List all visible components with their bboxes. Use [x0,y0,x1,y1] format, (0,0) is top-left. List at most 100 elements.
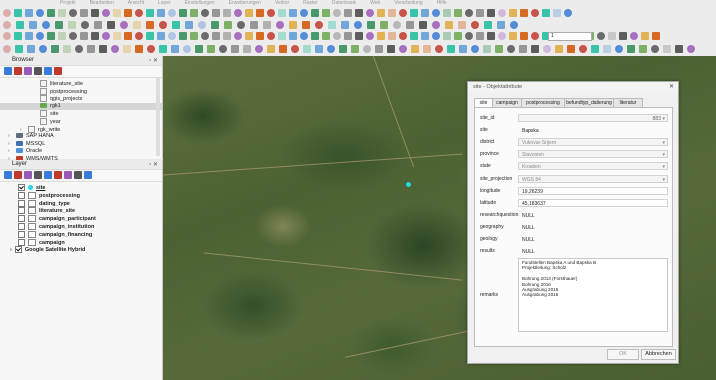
toolbar-tool-icon[interactable] [675,45,683,53]
toolbar-tool-icon[interactable] [234,9,242,17]
toolbar-tool-icon[interactable] [123,45,131,53]
toolbar-tool-icon[interactable] [107,21,115,29]
toolbar-tool-icon[interactable] [564,9,572,17]
field-geography-input[interactable]: NULL [518,223,668,231]
toolbar-tool-icon[interactable] [75,45,83,53]
browser-item[interactable]: site [0,110,162,118]
toolbar-tool-icon[interactable] [531,45,539,53]
toolbar-tool-icon[interactable] [201,32,209,40]
toolbar-tool-icon[interactable] [223,32,231,40]
toolbar-tool-icon[interactable] [183,45,191,53]
toolbar-tool-icon[interactable] [652,32,660,40]
panel-tool-icon[interactable] [24,67,32,75]
layer-item[interactable]: postprocessing [0,191,162,200]
toolbar-tool-icon[interactable] [135,45,143,53]
toolbar-tool-icon[interactable] [80,9,88,17]
toolbar-tool-icon[interactable] [454,9,462,17]
panel-tool-icon[interactable] [44,67,52,75]
toolbar-tool-icon[interactable] [291,45,299,53]
toolbar-tool-icon[interactable] [91,32,99,40]
toolbar-tool-icon[interactable] [168,9,176,17]
menu-item[interactable]: Projekt [60,0,76,6]
toolbar-tool-icon[interactable] [14,32,22,40]
menu-item[interactable]: Ansicht [128,0,144,6]
field-site-id-input[interactable]: 883 ▾ [518,114,668,122]
layer-visibility-checkbox[interactable] [18,207,25,215]
toolbar-tool-icon[interactable] [124,32,132,40]
toolbar-tool-icon[interactable] [212,32,220,40]
toolbar-tool-icon[interactable] [322,9,330,17]
toolbar-tool-icon[interactable] [185,21,193,29]
menu-item[interactable]: Datenbank [332,0,356,6]
toolbar-tool-icon[interactable] [29,21,37,29]
toolbar-tool-icon[interactable] [498,32,506,40]
panel-tool-icon[interactable] [34,171,42,179]
menu-item[interactable]: Einstellungen [185,0,215,6]
toolbar-tool-icon[interactable] [484,21,492,29]
toolbar-tool-icon[interactable] [579,45,587,53]
toolbar-tool-icon[interactable] [113,9,121,17]
toolbar-tool-icon[interactable] [388,32,396,40]
toolbar-tool-icon[interactable] [507,45,515,53]
layer-item[interactable]: campaign_institution [0,222,162,231]
layer-visibility-checkbox[interactable] [18,230,25,238]
toolbar-tool-icon[interactable] [102,32,110,40]
toolbar-tool-icon[interactable] [179,9,187,17]
toolbar-tool-icon[interactable] [377,9,385,17]
toolbar-tool-icon[interactable] [171,45,179,53]
toolbar-tool-icon[interactable] [102,9,110,17]
browser-item[interactable]: rgk1 [0,102,162,111]
menu-item[interactable]: Bearbeiten [90,0,114,6]
toolbar-tool-icon[interactable] [354,21,362,29]
toolbar-tool-icon[interactable] [443,9,451,17]
toolbar-tool-icon[interactable] [303,45,311,53]
toolbar-tool-icon[interactable] [663,45,671,53]
toolbar-tool-icon[interactable] [471,21,479,29]
toolbar-tool-icon[interactable] [146,9,154,17]
cancel-button[interactable]: Abbrechen [641,349,676,360]
toolbar-tool-icon[interactable] [641,32,649,40]
panel-tool-icon[interactable] [54,67,62,75]
menu-item[interactable]: Hilfe [437,0,447,6]
toolbar-tool-icon[interactable] [47,32,55,40]
layer-visibility-checkbox[interactable] [18,215,25,223]
toolbar-tool-icon[interactable] [39,45,47,53]
field-results-input[interactable]: NULL [518,247,668,255]
toolbar-tool-icon[interactable] [159,45,167,53]
expand-arrow-icon[interactable]: › [8,141,16,149]
toolbar-tool-icon[interactable] [278,9,286,17]
toolbar-tool-icon[interactable] [591,45,599,53]
menu-item[interactable]: Layer [158,0,171,6]
toolbar-tool-icon[interactable] [69,9,77,17]
toolbar-tool-icon[interactable] [3,21,11,29]
layer-item[interactable]: site [0,184,162,192]
toolbar-tool-icon[interactable] [195,45,203,53]
toolbar-tool-icon[interactable] [447,45,455,53]
toolbar-tool-icon[interactable] [99,45,107,53]
toolbar-tool-icon[interactable] [159,21,167,29]
toolbar-tool-icon[interactable] [168,32,176,40]
toolbar-tool-icon[interactable] [421,32,429,40]
toolbar-tool-icon[interactable] [91,9,99,17]
toolbar-tool-icon[interactable] [25,32,33,40]
field-latitude-input[interactable]: 45,183637 [518,198,668,207]
toolbar-tool-icon[interactable] [51,45,59,53]
toolbar-tool-icon[interactable] [341,21,349,29]
toolbar-tool-icon[interactable] [15,45,23,53]
toolbar-tool-icon[interactable] [419,21,427,29]
layer-visibility-checkbox[interactable] [18,191,25,199]
toolbar-tool-icon[interactable] [465,9,473,17]
toolbar-tool-icon[interactable] [542,9,550,17]
toolbar-tool-icon[interactable] [687,45,695,53]
browser-scrollbar[interactable] [156,78,160,156]
toolbar-tool-icon[interactable] [555,45,563,53]
toolbar-tool-icon[interactable] [445,21,453,29]
toolbar-tool-icon[interactable] [133,21,141,29]
toolbar-tool-icon[interactable] [302,21,310,29]
toolbar-tool-icon[interactable] [411,45,419,53]
toolbar-tool-icon[interactable] [333,9,341,17]
toolbar-tool-icon[interactable] [603,45,611,53]
toolbar-tool-icon[interactable] [234,32,242,40]
toolbar-tool-icon[interactable] [94,21,102,29]
toolbar-tool-icon[interactable] [377,32,385,40]
